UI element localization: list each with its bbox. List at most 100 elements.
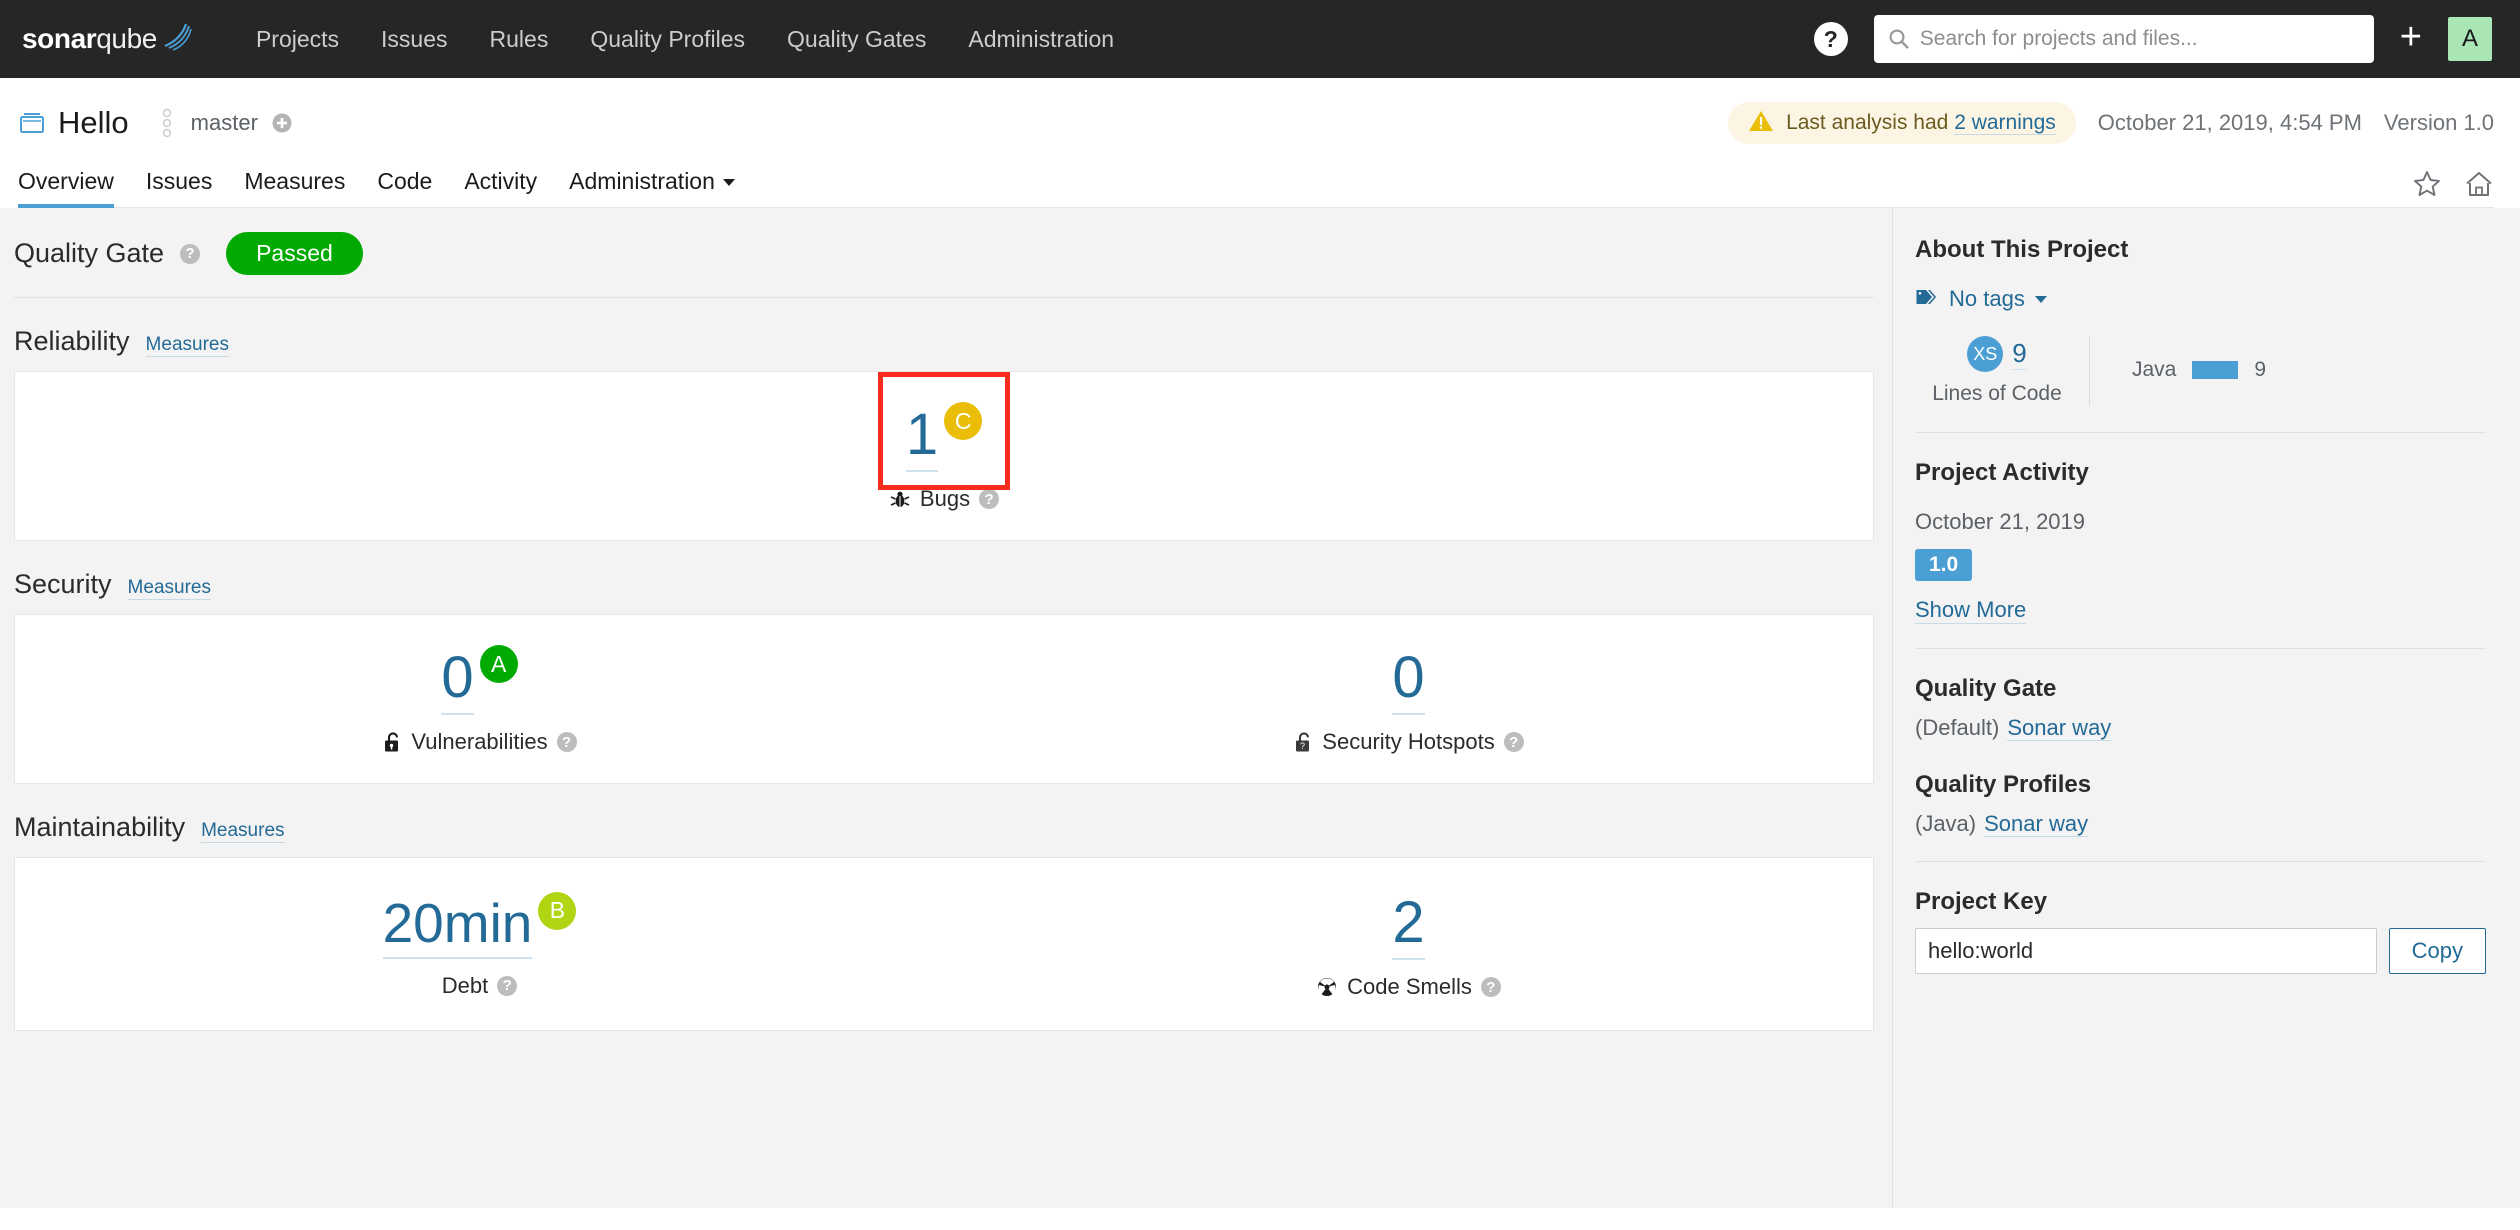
tags-label: No tags [1949,286,2025,311]
quality-gate-link[interactable]: Sonar way [2007,715,2112,741]
security-measures-link[interactable]: Measures [127,577,211,600]
user-avatar[interactable]: A [2448,17,2492,61]
vulnerabilities-rating-badge[interactable]: A [479,645,518,683]
branch-separator-icon [159,106,175,140]
nav-link-projects[interactable]: Projects [235,0,360,78]
tab-overview[interactable]: Overview [18,162,130,208]
page-body: Quality Gate ? Passed Reliability Measur… [0,208,2520,1208]
chevron-down-icon [2034,295,2047,303]
header-right-group: Last analysis had 2 warnings October 21,… [1728,102,2494,144]
debt-rating-badge[interactable]: B [538,891,577,930]
plus-circle-icon[interactable] [271,112,293,134]
branch-name[interactable]: master [191,110,258,136]
security-hotspots-value[interactable]: 0 [1392,649,1425,715]
warning-prefix: Last analysis had [1786,111,1949,134]
home-icon[interactable] [2464,169,2494,199]
vulnerabilities-label[interactable]: Vulnerabilities [411,729,547,755]
about-project-sidebar: About This Project No tags XS 9 Lines of… [1893,208,2520,1208]
bugs-value-row: 1 C [905,402,983,472]
global-search-box[interactable] [1873,15,2374,63]
logo-bold-text: sonar [22,23,97,54]
project-tags[interactable]: No tags [1915,286,2486,312]
nav-right-group: ? + A [1813,15,2492,63]
vulnerabilities-help-icon[interactable]: ? [556,732,577,752]
show-more-link[interactable]: Show More [1915,597,2027,624]
code-smells-value-row: 2 [1392,894,1425,960]
nav-link-quality-gates[interactable]: Quality Gates [766,0,947,78]
quality-gate-help-icon[interactable]: ? [180,243,201,264]
tab-code[interactable]: Code [361,162,448,207]
maintainability-measures-link[interactable]: Measures [201,820,285,843]
nav-link-quality-profiles[interactable]: Quality Profiles [569,0,766,78]
search-input[interactable] [1919,27,2360,51]
maintainability-title: Maintainability [14,812,186,842]
maintainability-card: 20min B Debt ? 2 Code Smells ? [14,857,1874,1031]
warnings-link[interactable]: 2 warnings [1954,111,2056,135]
add-project-button[interactable]: + [2400,18,2422,61]
quality-gate-title: Quality Gate [14,238,165,268]
debt-help-icon[interactable]: ? [497,975,518,996]
debt-value[interactable]: 20min [382,895,533,959]
hotspots-label-row: ? Security Hotspots ? [1293,729,1524,755]
security-hotspots-help-icon[interactable]: ? [1503,732,1524,752]
vulnerabilities-value[interactable]: 0 [441,649,474,715]
project-header: Hello master Last analysis had 2 warning… [0,78,2520,208]
analysis-warning-badge: Last analysis had 2 warnings [1728,102,2076,144]
security-card: 0 A Vulnerabilities ? 0 ? Security Hotsp… [14,614,1874,784]
project-header-icons [2412,169,2494,207]
tab-measures[interactable]: Measures [228,162,361,207]
bugs-value[interactable]: 1 [905,406,939,472]
maintainability-section-header: Maintainability Measures [0,784,1892,857]
nav-link-rules[interactable]: Rules [469,0,570,78]
reliability-title: Reliability [14,326,130,356]
lines-of-code-caption: Lines of Code [1932,382,2062,405]
quality-profile-link[interactable]: Sonar way [1984,811,2089,837]
tag-icon [1915,287,1939,312]
lines-of-code-value[interactable]: 9 [2012,338,2027,370]
security-hotspots-label[interactable]: Security Hotspots [1322,729,1494,755]
sidebar-quality-gate-title: Quality Gate [1915,675,2057,702]
measure-security-hotspots: 0 ? Security Hotspots ? [944,615,1873,783]
project-key-input[interactable] [1915,928,2377,974]
analysis-date: October 21, 2019, 4:54 PM [2097,110,2362,135]
bugs-help-icon[interactable]: ? [979,489,1000,509]
top-navigation-bar: sonarqube Projects Issues Rules Quality … [0,0,2520,78]
debt-label-row: Debt ? [442,973,518,999]
logo-light-text: qube [96,23,157,54]
svg-text:?: ? [1300,741,1305,751]
copy-button[interactable]: Copy [2388,928,2486,974]
nav-link-issues[interactable]: Issues [360,0,468,78]
activity-version-chip[interactable]: 1.0 [1915,549,1973,581]
sonarqube-logo[interactable]: sonarqube [22,20,193,59]
language-name: Java [2132,358,2177,381]
security-title: Security [14,569,112,599]
debt-label[interactable]: Debt [442,973,488,999]
quality-profiles-lang-label: (Java) [1915,811,1977,836]
status-badge[interactable]: Passed [226,232,363,275]
divider [1915,861,2486,862]
project-key-title: Project Key [1915,888,2048,915]
lines-of-code-block: XS 9 Lines of Code [1915,336,2090,406]
tab-administration[interactable]: Administration [553,162,751,207]
bugs-rating-badge[interactable]: C [944,402,983,440]
nav-link-administration[interactable]: Administration [947,0,1135,78]
project-key-row: Copy [1915,928,2486,974]
quality-gate-row: Quality Gate ? Passed [0,232,1892,275]
tab-issues[interactable]: Issues [130,162,228,207]
page-title: Hello [58,105,129,140]
vulnerabilities-value-row: 0 A [441,645,518,715]
reliability-card: 1 C Bugs ? [14,371,1874,541]
logo-text: sonarqube [22,25,157,53]
tab-activity[interactable]: Activity [448,162,553,207]
favorite-star-icon[interactable] [2412,169,2442,199]
bugs-label[interactable]: Bugs [920,486,970,512]
sidebar-quality-profiles-title: Quality Profiles [1915,771,2092,798]
help-icon[interactable]: ? [1813,22,1848,56]
warning-text: Last analysis had 2 warnings [1786,111,2056,135]
code-smells-value[interactable]: 2 [1392,894,1425,960]
code-smells-label[interactable]: Code Smells [1347,974,1472,1000]
search-icon [1888,28,1910,50]
activity-date: October 21, 2019 [1915,509,2086,534]
code-smells-help-icon[interactable]: ? [1480,977,1501,997]
reliability-measures-link[interactable]: Measures [145,334,229,357]
